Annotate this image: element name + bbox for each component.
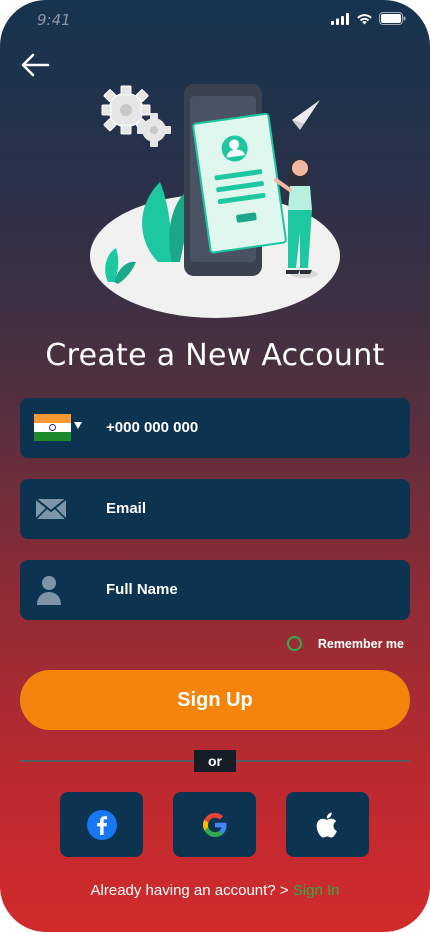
status-time: 9:41 <box>37 11 71 29</box>
full-name-field[interactable]: Full Name <box>20 560 410 620</box>
full-name-input[interactable]: Full Name <box>106 560 178 620</box>
email-input[interactable]: Email <box>106 479 146 539</box>
remember-me[interactable]: Remember me <box>286 636 404 651</box>
signup-illustration <box>90 84 340 318</box>
or-label: or <box>194 750 236 772</box>
arrow-left-icon <box>21 53 50 77</box>
footer: Already having an account? > Sign In <box>0 882 430 899</box>
remember-me-label: Remember me <box>317 636 404 651</box>
apple-icon <box>316 812 337 838</box>
status-icons <box>331 12 406 25</box>
remember-me-radio[interactable] <box>286 636 302 651</box>
facebook-icon <box>86 809 117 840</box>
apple-button[interactable] <box>286 792 369 857</box>
email-field[interactable]: Email <box>20 479 410 539</box>
signal-icon <box>331 12 349 25</box>
sign-up-button[interactable]: Sign Up <box>20 670 410 730</box>
page-title: Create a New Account <box>45 338 385 373</box>
google-icon <box>202 812 226 837</box>
facebook-button[interactable] <box>60 792 143 857</box>
back-button[interactable] <box>20 52 52 78</box>
phone-field[interactable]: +000 000 000 <box>20 398 410 458</box>
google-button[interactable] <box>173 792 256 857</box>
battery-icon <box>379 12 406 25</box>
user-icon <box>37 576 61 605</box>
india-flag-icon[interactable] <box>34 414 71 441</box>
wifi-icon <box>357 13 372 24</box>
footer-prompt: Already having an account? > <box>90 882 293 899</box>
chevron-down-icon[interactable] <box>74 422 82 429</box>
envelope-icon <box>35 498 67 520</box>
phone-screen: 9:41 Create a New Account +000 000 000 E… <box>0 0 430 932</box>
status-bar: 9:41 <box>0 0 430 40</box>
sign-in-link[interactable]: Sign In <box>293 882 340 899</box>
phone-input[interactable]: +000 000 000 <box>106 398 198 458</box>
